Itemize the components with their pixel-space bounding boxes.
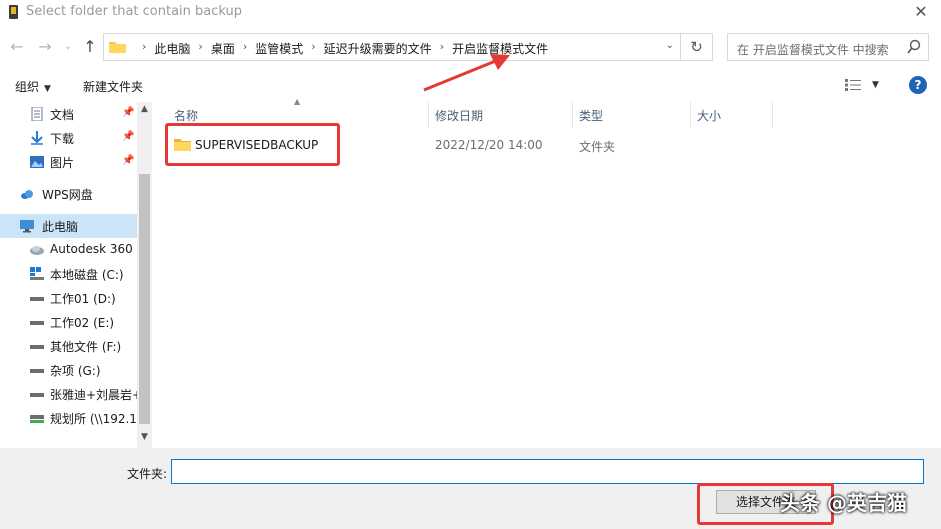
nav-item-drive-c[interactable]: 本地磁盘 (C:) bbox=[0, 262, 137, 286]
address-bar[interactable]: › 此电脑 › 桌面 › 监管模式 › 延迟升级需要的文件 › 开启监督模式文件… bbox=[103, 33, 681, 61]
nav-item-network-drive[interactable]: 规划所 (\\192.1 bbox=[0, 406, 137, 430]
nav-item-autodesk[interactable]: Autodesk 360 bbox=[0, 238, 137, 262]
breadcrumb-item[interactable]: 桌面 bbox=[211, 40, 235, 57]
title-bar: Select folder that contain backup ✕ bbox=[0, 0, 941, 26]
download-icon bbox=[31, 131, 43, 145]
file-modified-date: 2022/12/20 14:00 bbox=[435, 138, 543, 152]
folder-name-input[interactable] bbox=[171, 459, 924, 484]
recent-locations-chevron-icon[interactable]: ⌄ bbox=[62, 37, 74, 57]
breadcrumb-separator[interactable]: › bbox=[311, 40, 315, 57]
nav-item-this-pc[interactable]: 此电脑 bbox=[0, 214, 137, 238]
search-input[interactable]: 在 开启监督模式文件 中搜索 bbox=[727, 33, 929, 61]
help-icon[interactable]: ? bbox=[909, 76, 927, 94]
nav-item-label: 张雅迪+刘晨岩+ bbox=[50, 388, 137, 402]
nav-item-downloads[interactable]: 下载 📌 bbox=[0, 126, 137, 150]
drive-icon bbox=[30, 321, 44, 325]
navigation-pane: 文档 📌 下载 📌 图片 📌 WPS网盘 此电脑 Autodesk 360 本地… bbox=[0, 102, 137, 448]
nav-item-label: 杂项 (G:) bbox=[50, 364, 101, 378]
drive-icon bbox=[30, 345, 44, 349]
pictures-icon bbox=[30, 156, 44, 168]
cloud-icon bbox=[21, 190, 33, 199]
nav-item-label: 规划所 (\\192.1 bbox=[50, 412, 137, 426]
nav-item-label: 下载 bbox=[50, 132, 75, 146]
nav-item-documents[interactable]: 文档 📌 bbox=[0, 102, 137, 126]
autodesk-icon bbox=[30, 246, 44, 255]
folder-field-label: 文件夹: bbox=[127, 467, 168, 481]
nav-item-label: Autodesk 360 bbox=[50, 242, 133, 256]
close-button[interactable]: ✕ bbox=[901, 0, 941, 26]
search-placeholder: 在 开启监督模式文件 中搜索 bbox=[737, 43, 889, 57]
breadcrumb-separator[interactable]: › bbox=[243, 40, 247, 57]
drive-icon bbox=[30, 297, 44, 301]
organize-menu-button[interactable]: 组织 ▼ bbox=[15, 78, 51, 95]
nav-item-label: 文档 bbox=[50, 108, 75, 122]
nav-item-label: 工作02 (E:) bbox=[50, 316, 115, 330]
scroll-down-icon[interactable]: ▼ bbox=[137, 432, 152, 442]
watermark: 头条 @英吉猫 bbox=[780, 491, 907, 515]
pin-icon: 📌 bbox=[122, 155, 135, 166]
breadcrumb-item[interactable]: 监管模式 bbox=[255, 40, 303, 57]
caret-down-icon[interactable]: ▼ bbox=[872, 80, 879, 90]
organize-label: 组织 bbox=[15, 80, 40, 94]
nav-item-label: 工作01 (D:) bbox=[50, 292, 116, 306]
windows-drive-icon bbox=[30, 267, 44, 280]
breadcrumb-separator[interactable]: › bbox=[198, 40, 202, 57]
network-drive-icon bbox=[30, 415, 44, 423]
pin-icon: 📌 bbox=[122, 107, 135, 118]
document-icon bbox=[31, 107, 43, 121]
nav-item-label: WPS网盘 bbox=[42, 188, 93, 202]
app-icon bbox=[9, 5, 18, 19]
annotation-arrow-icon bbox=[423, 54, 510, 92]
nav-item-label: 此电脑 bbox=[42, 220, 79, 234]
refresh-icon[interactable]: ↻ bbox=[681, 33, 713, 61]
computer-icon bbox=[20, 220, 34, 233]
folder-icon bbox=[109, 42, 126, 53]
breadcrumb-separator: › bbox=[142, 40, 147, 53]
chevron-down-icon[interactable]: ⌄ bbox=[666, 40, 674, 51]
nav-item-drive-g[interactable]: 杂项 (G:) bbox=[0, 358, 137, 382]
window-title: Select folder that contain backup bbox=[26, 4, 243, 19]
nav-item-label: 其他文件 (F:) bbox=[50, 340, 122, 354]
nav-item-drive-e[interactable]: 工作02 (E:) bbox=[0, 310, 137, 334]
forward-arrow-icon[interactable]: → bbox=[36, 37, 54, 57]
search-icon bbox=[907, 39, 921, 54]
file-type: 文件夹 bbox=[579, 140, 616, 154]
column-header-type[interactable]: 类型 bbox=[573, 102, 691, 128]
column-header-size[interactable]: 大小 bbox=[691, 102, 773, 128]
caret-down-icon: ▼ bbox=[44, 84, 51, 94]
up-arrow-icon[interactable]: ↑ bbox=[80, 37, 100, 57]
column-header-date[interactable]: 修改日期 bbox=[429, 102, 573, 128]
nav-item-drive-d[interactable]: 工作01 (D:) bbox=[0, 286, 137, 310]
scroll-up-icon[interactable]: ▲ bbox=[137, 104, 152, 114]
breadcrumb-item[interactable]: 此电脑 bbox=[154, 40, 190, 57]
highlight-annotation bbox=[165, 123, 340, 166]
nav-item-shared-drive[interactable]: 张雅迪+刘晨岩+ bbox=[0, 382, 137, 406]
pin-icon: 📌 bbox=[122, 131, 135, 142]
back-arrow-icon[interactable]: ← bbox=[8, 37, 26, 57]
nav-item-label: 本地磁盘 (C:) bbox=[50, 268, 124, 282]
nav-item-label: 图片 bbox=[50, 156, 75, 170]
drive-icon bbox=[30, 369, 44, 373]
nav-item-drive-f[interactable]: 其他文件 (F:) bbox=[0, 334, 137, 358]
nav-item-wps-cloud[interactable]: WPS网盘 bbox=[0, 182, 137, 206]
scroll-thumb[interactable] bbox=[139, 174, 150, 424]
view-options-icon[interactable] bbox=[845, 78, 861, 92]
drive-icon bbox=[30, 393, 44, 397]
nav-item-pictures[interactable]: 图片 📌 bbox=[0, 150, 137, 174]
nav-scrollbar[interactable]: ▲ ▼ bbox=[137, 102, 152, 448]
new-folder-button[interactable]: 新建文件夹 bbox=[83, 78, 143, 95]
